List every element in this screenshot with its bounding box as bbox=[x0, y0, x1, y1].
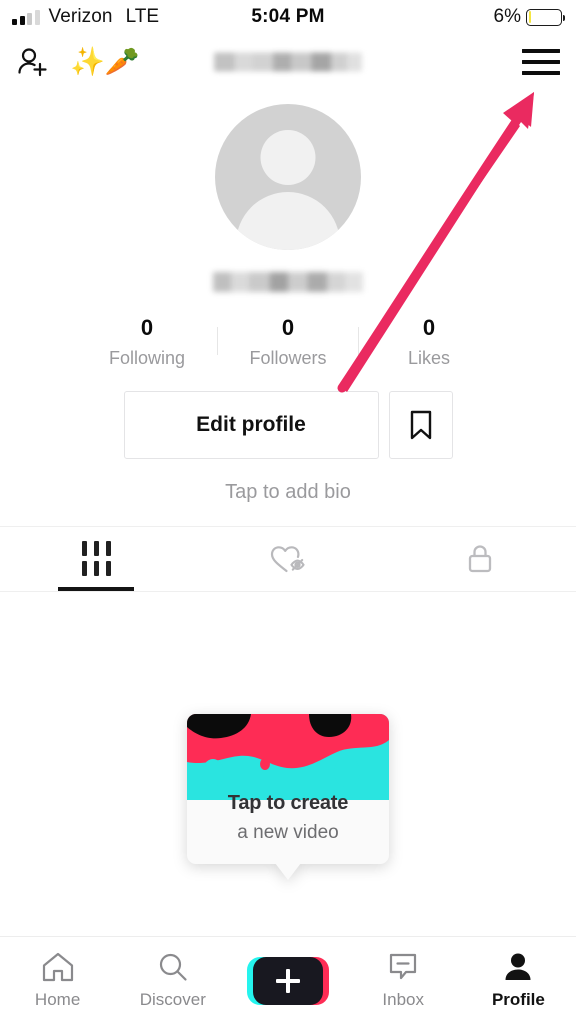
status-bar: Verizon LTE 5:04 PM 6% bbox=[0, 0, 576, 34]
stat-following[interactable]: 0 Following bbox=[77, 314, 217, 369]
bio-placeholder[interactable]: Tap to add bio bbox=[225, 481, 351, 504]
edit-profile-button[interactable]: Edit profile bbox=[123, 390, 379, 459]
profile-stats: 0 Following 0 Followers 0 Likes bbox=[77, 314, 499, 369]
plus-icon bbox=[276, 968, 300, 993]
create-card-line1: Tap to create bbox=[227, 791, 349, 814]
bookmark-button[interactable] bbox=[388, 390, 453, 459]
stat-followers-label: Followers bbox=[249, 347, 327, 368]
nav-label-discover: Discover bbox=[139, 990, 206, 1009]
avatar[interactable] bbox=[215, 104, 361, 250]
stat-followers[interactable]: 0 Followers bbox=[218, 314, 358, 369]
cellular-signal-icon bbox=[12, 9, 40, 25]
status-bar-left: Verizon LTE bbox=[12, 6, 159, 28]
status-bar-right: 6% bbox=[493, 6, 566, 28]
tab-private[interactable] bbox=[384, 527, 576, 591]
bottom-navigation: Home Discover Inbox Profile bbox=[0, 936, 576, 1024]
heart-hidden-icon bbox=[270, 545, 305, 572]
avatar-head-shape bbox=[260, 130, 316, 185]
nav-item-home[interactable]: Home bbox=[0, 951, 115, 1010]
tiktok-profile-screen: Verizon LTE 5:04 PM 6% ✨🥕 0 Following 0 … bbox=[0, 0, 576, 1024]
add-person-icon[interactable] bbox=[16, 45, 50, 79]
tab-posts[interactable] bbox=[0, 527, 192, 591]
stat-following-value: 0 bbox=[140, 315, 154, 340]
network-type-label: LTE bbox=[125, 6, 160, 27]
sparkle-glyph: ✨ bbox=[70, 46, 105, 77]
profile-actions: Edit profile bbox=[123, 390, 453, 459]
paint-splash-graphic bbox=[187, 713, 389, 800]
nav-item-discover[interactable]: Discover bbox=[115, 951, 230, 1010]
battery-percent-label: 6% bbox=[493, 6, 521, 27]
tab-liked[interactable] bbox=[192, 527, 384, 591]
stat-followers-value: 0 bbox=[281, 315, 295, 340]
profile-username-redacted bbox=[213, 272, 363, 292]
nav-label-home: Home bbox=[34, 990, 81, 1009]
bookmark-icon bbox=[410, 410, 431, 439]
avatar-body-shape bbox=[236, 192, 340, 250]
carrot-glyph: 🥕 bbox=[104, 46, 140, 77]
nav-item-profile[interactable]: Profile bbox=[461, 951, 576, 1010]
carrot-promo-icon[interactable]: ✨🥕 bbox=[70, 48, 140, 76]
stat-likes[interactable]: 0 Likes bbox=[359, 314, 499, 369]
stat-following-label: Following bbox=[108, 347, 186, 368]
inbox-icon bbox=[390, 953, 417, 980]
carrier-label: Verizon bbox=[48, 6, 113, 27]
header-left-actions: ✨🥕 bbox=[16, 45, 140, 79]
battery-icon bbox=[526, 8, 566, 26]
battery-fill bbox=[528, 11, 531, 23]
profile-header: ✨🥕 bbox=[0, 34, 576, 90]
create-card-text: Tap to create a new video bbox=[187, 792, 389, 844]
grid-icon bbox=[81, 541, 111, 576]
profile-section: 0 Following 0 Followers 0 Likes Edit pro… bbox=[0, 90, 576, 504]
person-icon bbox=[505, 953, 531, 980]
tooltip-tail bbox=[275, 862, 301, 880]
posts-area: Tap to create a new video bbox=[0, 591, 576, 936]
nav-label-inbox: Inbox bbox=[382, 990, 424, 1009]
profile-tabs bbox=[0, 525, 576, 592]
create-video-card: Tap to create a new video bbox=[187, 713, 389, 864]
create-video-tooltip[interactable]: Tap to create a new video bbox=[187, 713, 389, 880]
nav-item-inbox[interactable]: Inbox bbox=[346, 951, 461, 1010]
nav-item-create[interactable] bbox=[230, 956, 345, 1005]
create-card-line2: a new video bbox=[237, 821, 339, 843]
hamburger-menu-icon[interactable] bbox=[522, 49, 560, 75]
home-icon bbox=[42, 952, 73, 982]
stat-likes-value: 0 bbox=[422, 315, 436, 340]
nav-label-profile: Profile bbox=[491, 990, 545, 1009]
header-username-redacted bbox=[214, 52, 362, 72]
lock-icon bbox=[468, 544, 492, 572]
search-icon bbox=[159, 953, 187, 981]
create-plus-button[interactable] bbox=[247, 956, 329, 1005]
stat-likes-label: Likes bbox=[407, 347, 451, 368]
